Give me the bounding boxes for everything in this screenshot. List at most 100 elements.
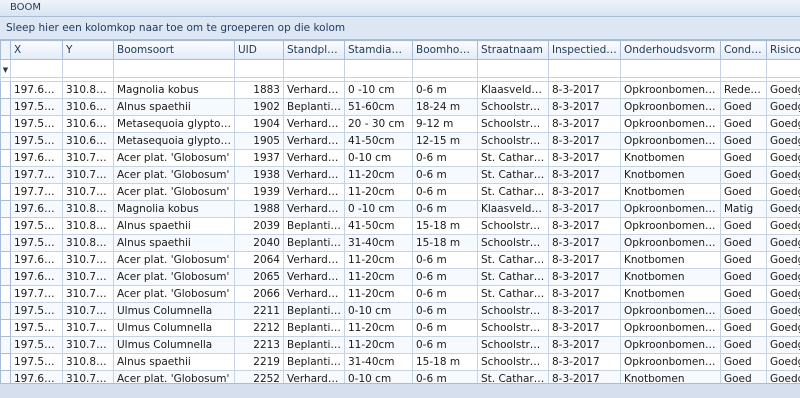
cell-x[interactable]: 197.687,00 <box>11 269 63 286</box>
cell-stamdiameter[interactable]: 0-10 cm <box>345 371 413 384</box>
column-header-stamdiameter[interactable]: Stamdiameter <box>345 41 413 60</box>
column-header-y[interactable]: Y <box>63 41 114 60</box>
cell-stamdiameter[interactable]: 31-40cm <box>345 235 413 252</box>
cell-boomhoogte[interactable]: 0-6 m <box>413 252 478 269</box>
cell-boomsoort[interactable]: Acer plat. 'Globosum' <box>114 167 235 184</box>
cell-y[interactable]: 310.732,45 <box>63 150 114 167</box>
cell-y[interactable]: 310.741,14 <box>63 269 114 286</box>
cell-x[interactable]: 197.719,94 <box>11 184 63 201</box>
cell-conditie[interactable]: Matig <box>721 201 767 218</box>
table-row[interactable]: 197.522,02310.746,57Ulmus Columnella2212… <box>1 320 800 337</box>
table-row[interactable]: 197.687,00310.741,14Acer plat. 'Globosum… <box>1 269 800 286</box>
cell-boomsoort[interactable]: Acer plat. 'Globosum' <box>114 252 235 269</box>
cell-stamdiameter[interactable]: 0 -10 cm <box>345 82 413 99</box>
column-header-risicoklasse[interactable]: Risicoklasse <box>767 41 800 60</box>
cell-onderhoudsvorm[interactable]: Knotbomen <box>621 286 721 303</box>
cell-inspectiedatum[interactable]: 8-3-2017 <box>549 235 621 252</box>
cell-uid[interactable]: 1902 <box>235 99 284 116</box>
cell-boomsoort[interactable]: Acer plat. 'Globosum' <box>114 150 235 167</box>
cell-boomhoogte[interactable]: 12-15 m <box>413 133 478 150</box>
cell-inspectiedatum[interactable]: 8-3-2017 <box>549 286 621 303</box>
cell-x[interactable]: 197.655,94 <box>11 82 63 99</box>
column-header-conditie[interactable]: Conditie <box>721 41 767 60</box>
column-header-uid[interactable]: UID <box>235 41 284 60</box>
cell-boomsoort[interactable]: Acer plat. 'Globosum' <box>114 286 235 303</box>
cell-uid[interactable]: 2039 <box>235 218 284 235</box>
cell-straatnaam[interactable]: St. Catharinastraat <box>478 371 549 384</box>
cell-stamdiameter[interactable]: 11-20cm <box>345 320 413 337</box>
cell-conditie[interactable]: Goed <box>721 354 767 371</box>
cell-y[interactable]: 310.722,92 <box>63 303 114 320</box>
cell-risicoklasse[interactable]: Goedgekeurd <box>767 269 800 286</box>
cell-uid[interactable]: 1937 <box>235 150 284 167</box>
cell-y[interactable]: 310.663,97 <box>63 133 114 150</box>
cell-conditie[interactable]: Goed <box>721 133 767 150</box>
cell-y[interactable]: 310.881,71 <box>63 218 114 235</box>
filter-funnel-icon[interactable]: ▼ <box>1 60 11 78</box>
filter-cell[interactable] <box>114 60 235 78</box>
cell-uid[interactable]: 1904 <box>235 116 284 133</box>
filter-cell[interactable] <box>478 60 549 78</box>
cell-stamdiameter[interactable]: 11-20cm <box>345 184 413 201</box>
cell-standplaats[interactable]: Beplanting <box>284 337 345 354</box>
cell-boomhoogte[interactable]: 0-6 m <box>413 167 478 184</box>
cell-x[interactable]: 197.664,49 <box>11 201 63 218</box>
cell-risicoklasse[interactable]: Goedgekeurd <box>767 99 800 116</box>
cell-boomsoort[interactable]: Acer plat. 'Globosum' <box>114 371 235 384</box>
cell-boomhoogte[interactable]: 15-18 m <box>413 218 478 235</box>
cell-inspectiedatum[interactable]: 8-3-2017 <box>549 116 621 133</box>
cell-inspectiedatum[interactable]: 8-3-2017 <box>549 354 621 371</box>
cell-y[interactable]: 310.710,04 <box>63 184 114 201</box>
cell-straatnaam[interactable]: Klaasvelderweg <box>478 82 549 99</box>
row-indicator[interactable] <box>1 116 11 133</box>
cell-onderhoudsvorm[interactable]: Knotbomen <box>621 269 721 286</box>
cell-conditie[interactable]: Goed <box>721 303 767 320</box>
cell-y[interactable]: 310.859,38 <box>63 82 114 99</box>
cell-onderhoudsvorm[interactable]: Opkroonbomen tot 2.5m <box>621 201 721 218</box>
cell-stamdiameter[interactable]: 11-20cm <box>345 269 413 286</box>
cell-conditie[interactable]: Goed <box>721 320 767 337</box>
cell-stamdiameter[interactable]: 31-40cm <box>345 354 413 371</box>
cell-straatnaam[interactable]: Schoolstraat <box>478 320 549 337</box>
table-row[interactable]: 197.519,07310.722,92Ulmus Columnella2211… <box>1 303 800 320</box>
cell-boomhoogte[interactable]: 0-6 m <box>413 371 478 384</box>
cell-boomsoort[interactable]: Acer plat. 'Globosum' <box>114 269 235 286</box>
cell-straatnaam[interactable]: Schoolstraat <box>478 116 549 133</box>
cell-x[interactable]: 197.696,34 <box>11 150 63 167</box>
table-row[interactable]: 197.663,57310.764,04Acer plat. 'Globosum… <box>1 371 800 384</box>
row-indicator[interactable] <box>1 303 11 320</box>
cell-straatnaam[interactable]: Schoolstraat <box>478 218 549 235</box>
cell-standplaats[interactable]: Verharding <box>284 184 345 201</box>
cell-conditie[interactable]: Goed <box>721 286 767 303</box>
cell-uid[interactable]: 1905 <box>235 133 284 150</box>
cell-y[interactable]: 310.753,55 <box>63 337 114 354</box>
cell-boomsoort[interactable]: Ulmus Columnella <box>114 337 235 354</box>
filter-cell[interactable] <box>345 60 413 78</box>
cell-stamdiameter[interactable]: 0-10 cm <box>345 303 413 320</box>
cell-boomhoogte[interactable]: 9-12 m <box>413 116 478 133</box>
cell-risicoklasse[interactable]: Goedgekeurd <box>767 354 800 371</box>
cell-y[interactable]: 310.854,21 <box>63 201 114 218</box>
filter-row[interactable]: ▼ <box>1 60 800 78</box>
cell-boomhoogte[interactable]: 0-6 m <box>413 337 478 354</box>
column-header-boomsoort[interactable]: Boomsoort <box>114 41 235 60</box>
cell-boomsoort[interactable]: Magnolia kobus <box>114 201 235 218</box>
cell-boomhoogte[interactable]: 0-6 m <box>413 150 478 167</box>
cell-standplaats[interactable]: Verharding <box>284 201 345 218</box>
cell-risicoklasse[interactable]: Goedgekeurd <box>767 150 800 167</box>
cell-standplaats[interactable]: Verharding <box>284 252 345 269</box>
cell-standplaats[interactable]: Verharding <box>284 116 345 133</box>
column-header-straatnaam[interactable]: Straatnaam <box>478 41 549 60</box>
row-indicator[interactable] <box>1 371 11 384</box>
row-indicator[interactable] <box>1 133 11 150</box>
cell-risicoklasse[interactable]: Goedgekeurd <box>767 133 800 150</box>
cell-inspectiedatum[interactable]: 8-3-2017 <box>549 150 621 167</box>
cell-standplaats[interactable]: Beplanting <box>284 99 345 116</box>
cell-x[interactable]: 197.709,77 <box>11 286 63 303</box>
cell-onderhoudsvorm[interactable]: Opkroonbomen tot 2.5m <box>621 133 721 150</box>
cell-x[interactable]: 197.704,68 <box>11 167 63 184</box>
cell-x[interactable]: 197.575,68 <box>11 235 63 252</box>
filter-cell[interactable] <box>235 60 284 78</box>
cell-stamdiameter[interactable]: 11-20cm <box>345 337 413 354</box>
cell-boomhoogte[interactable]: 0-6 m <box>413 303 478 320</box>
